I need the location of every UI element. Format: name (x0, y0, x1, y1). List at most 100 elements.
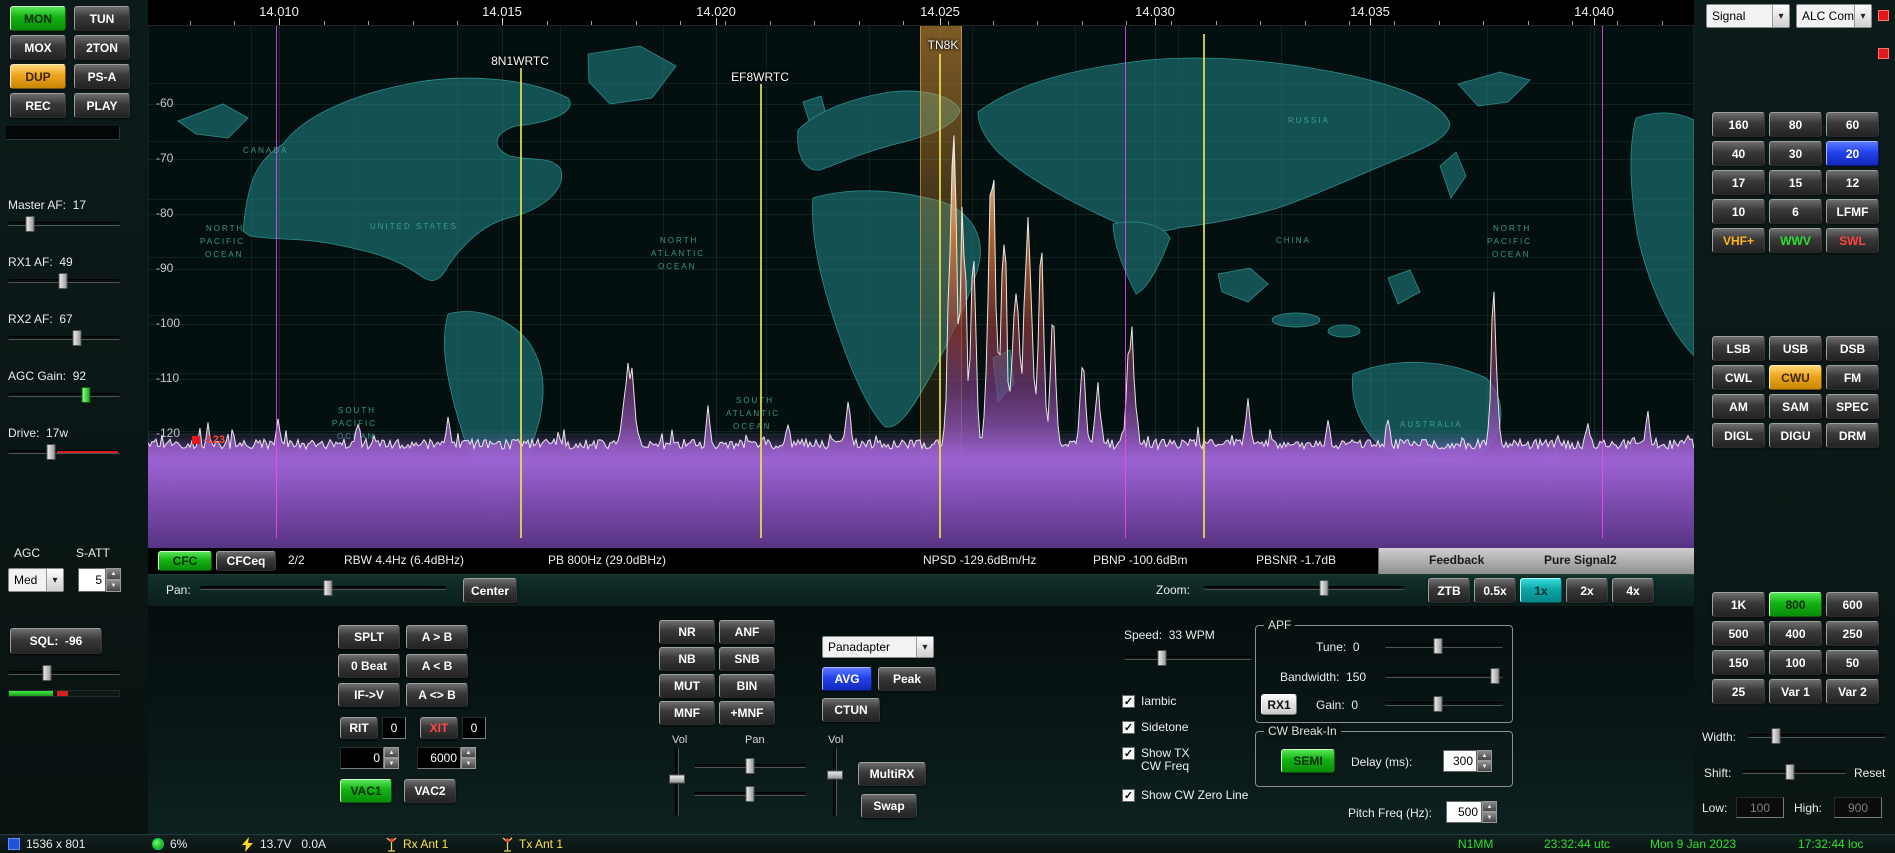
frequency-scale[interactable]: 14.01014.01514.02014.02514.03014.03514.0… (148, 0, 1694, 26)
panel-indicator-icon[interactable] (1878, 10, 1889, 21)
mode-lsb[interactable]: LSB (1712, 336, 1765, 361)
mode-sam[interactable]: SAM (1769, 394, 1822, 419)
meter-rx-select[interactable]: Signal ▾ (1706, 4, 1790, 28)
drive-slider-thumb[interactable] (46, 444, 55, 460)
apf-gain-slider[interactable] (1385, 695, 1503, 713)
spin-down-icon[interactable]: ▼ (1482, 812, 1497, 823)
multirx-button[interactable]: MultiRX (858, 762, 926, 786)
checkbox-show-tx-cw-freq-box[interactable]: ✓ (1122, 747, 1135, 760)
feedback-button[interactable]: Feedback (1429, 553, 1484, 567)
chevron-down-icon[interactable]: ▾ (1772, 5, 1789, 27)
cfc-button[interactable]: CFC (158, 551, 212, 571)
vfo-if-gt-v[interactable]: IF->V (338, 683, 400, 707)
spin-up-icon[interactable]: ▲ (1482, 801, 1497, 812)
rx1-af-slider[interactable] (8, 272, 120, 290)
apf-tune-slider-thumb[interactable] (1434, 638, 1443, 654)
band-10[interactable]: 10 (1712, 199, 1765, 224)
swap-button[interactable]: Swap (861, 794, 917, 818)
mode-usb[interactable]: USB (1769, 336, 1822, 361)
rx1-af-slider-thumb[interactable] (58, 273, 67, 289)
xit-value[interactable]: 0 (462, 717, 486, 739)
shift-slider-thumb[interactable] (1785, 764, 1794, 780)
band-swl[interactable]: SWL (1826, 228, 1879, 253)
spin-up-icon[interactable]: ▲ (106, 568, 121, 580)
semi-button[interactable]: SEMI (1281, 749, 1335, 773)
delay-value[interactable]: 300 (1443, 750, 1477, 772)
mode-am[interactable]: AM (1712, 394, 1765, 419)
pan-slider-thumb[interactable] (323, 580, 332, 596)
checkbox-iambic[interactable]: ✓Iambic (1122, 695, 1176, 708)
ctun-button[interactable]: CTUN (822, 698, 880, 722)
spin-down-icon[interactable]: ▼ (106, 580, 121, 592)
dsp-snb[interactable]: SNB (719, 647, 775, 671)
avg-button[interactable]: AVG (822, 667, 872, 691)
delay-spinner[interactable]: 300 ▲ ▼ (1443, 750, 1492, 772)
band-40[interactable]: 40 (1712, 141, 1765, 166)
vfo-splt[interactable]: SPLT (338, 625, 400, 649)
low-value[interactable]: 100 (1736, 797, 1784, 818)
filter-250[interactable]: 250 (1826, 621, 1879, 646)
rit-value[interactable]: 0 (382, 717, 406, 739)
cfceq-button[interactable]: CFCeq (216, 551, 276, 571)
meter-tx-select[interactable]: ALC Comp ▾ (1796, 4, 1872, 28)
mode-spec[interactable]: SPEC (1826, 394, 1879, 419)
dsp-nb[interactable]: NB (659, 647, 715, 671)
cw-speed-slider[interactable] (1124, 649, 1252, 667)
zoom-2x[interactable]: 2x (1566, 578, 1608, 603)
checkbox-sidetone[interactable]: ✓Sidetone (1122, 721, 1188, 734)
zoom-4x[interactable]: 4x (1612, 578, 1654, 603)
checkbox-sidetone-box[interactable]: ✓ (1122, 721, 1135, 734)
sql-button[interactable]: SQL: -96 (10, 628, 102, 654)
vol1-slider[interactable] (668, 748, 686, 816)
xit-button[interactable]: XIT (420, 717, 458, 739)
zoom-slider-thumb[interactable] (1320, 580, 1329, 596)
width-slider[interactable] (1748, 727, 1886, 745)
master-af-slider-thumb[interactable] (26, 216, 35, 232)
chevron-down-icon[interactable]: ▾ (1854, 5, 1871, 27)
tx-button-ps-a[interactable]: PS-A (74, 64, 130, 89)
sql-slider-thumb[interactable] (43, 665, 52, 681)
rit-offset-spinner[interactable]: 0 ▲ ▼ (340, 747, 399, 769)
vol2-slider-thumb[interactable] (827, 771, 843, 780)
tx-button-tun[interactable]: TUN (74, 6, 130, 31)
zoom-ztb[interactable]: ZTB (1428, 578, 1470, 603)
dsp-nr[interactable]: NR (659, 620, 715, 644)
tx-button-rec[interactable]: REC (10, 93, 66, 118)
spin-up-icon[interactable]: ▲ (1477, 750, 1492, 761)
satt-spin-arrows[interactable]: ▲ ▼ (106, 568, 121, 592)
agc-mode-select[interactable]: Med ▾ (8, 568, 64, 592)
pan-slider[interactable] (200, 579, 446, 597)
drive-slider[interactable] (8, 443, 120, 461)
tx-ant-readout[interactable]: Tx Ant 1 (519, 837, 563, 851)
apf-rx1-button[interactable]: RX1 (1261, 694, 1297, 715)
band-60[interactable]: 60 (1826, 112, 1879, 137)
mode-fm[interactable]: FM (1826, 365, 1879, 390)
pitch-spin-arrows[interactable]: ▲ ▼ (1482, 801, 1497, 823)
rx2-af-slider-thumb[interactable] (73, 330, 82, 346)
filter-var-1[interactable]: Var 1 (1769, 679, 1822, 704)
zoom-1x[interactable]: 1x (1520, 578, 1562, 603)
rx-ant-readout[interactable]: Rx Ant 1 (403, 837, 448, 851)
mix-pan-slider-2-thumb[interactable] (746, 786, 755, 802)
width-slider-thumb[interactable] (1771, 728, 1780, 744)
mode-drm[interactable]: DRM (1826, 423, 1879, 448)
apf-tune-slider[interactable] (1385, 637, 1503, 655)
spin-down-icon[interactable]: ▼ (461, 758, 476, 769)
filter-150[interactable]: 150 (1712, 650, 1765, 675)
vfo-a-lt-b[interactable]: A < B (406, 654, 468, 678)
checkbox-show-tx-cw-freq[interactable]: ✓Show TX CW Freq (1122, 747, 1189, 773)
tx-button-mox[interactable]: MOX (10, 35, 66, 60)
panadapter-display[interactable]: -60-70-80-90-100-110-120-130CANADANORTHP… (148, 26, 1694, 548)
band-80[interactable]: 80 (1769, 112, 1822, 137)
chevron-down-icon[interactable]: ▾ (916, 637, 933, 657)
band-15[interactable]: 15 (1769, 170, 1822, 195)
xit-spin-arrows[interactable]: ▲ ▼ (461, 747, 476, 769)
mode-cwu[interactable]: CWU (1769, 365, 1822, 390)
filter-var-2[interactable]: Var 2 (1826, 679, 1879, 704)
band-lfmf[interactable]: LFMF (1826, 199, 1879, 224)
display-mode-select[interactable]: Panadapter ▾ (822, 636, 934, 658)
reset-label[interactable]: Reset (1854, 766, 1885, 780)
xit-offset-spinner[interactable]: 6000 ▲ ▼ (417, 747, 476, 769)
apf-bandwidth-slider-thumb[interactable] (1490, 668, 1499, 684)
tx-button-mon[interactable]: MON (10, 6, 66, 31)
